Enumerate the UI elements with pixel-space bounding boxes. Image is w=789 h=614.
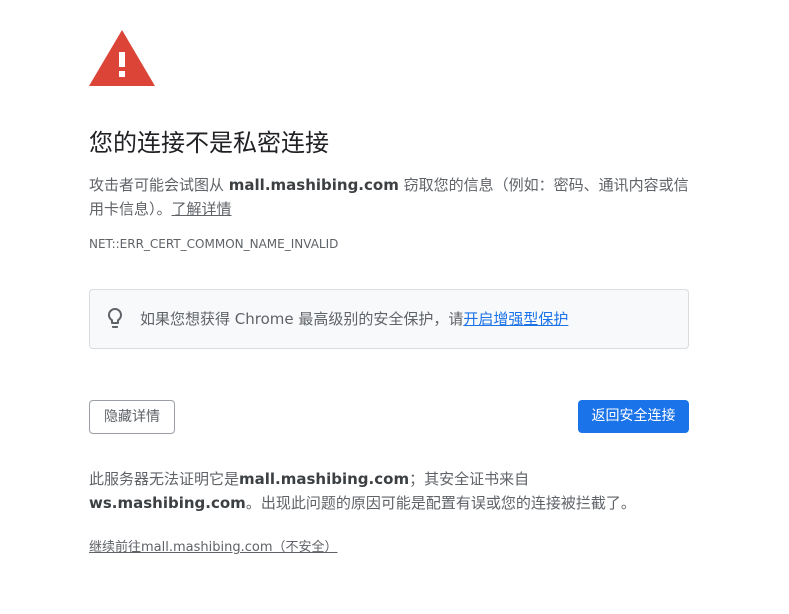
warning-triangle-icon [89, 30, 155, 86]
enhanced-protection-link[interactable]: 开启增强型保护 [463, 310, 568, 328]
back-to-safety-button[interactable]: 返回安全连接 [578, 400, 689, 433]
details-message: 此服务器无法证明它是mall.mashibing.com；其安全证书来自 ws.m… [89, 467, 689, 515]
exclamation-bar [119, 52, 125, 67]
details-text-3: 。出现此问题的原因可能是配置有误或您的连接被拦截了。 [245, 494, 636, 512]
lightbulb-shape [108, 308, 122, 328]
banner-text: 如果您想获得 Chrome 最高级别的安全保护，请 [140, 310, 464, 328]
enhanced-protection-banner: 如果您想获得 Chrome 最高级别的安全保护，请开启增强型保护 [89, 289, 689, 349]
learn-more-link[interactable]: 了解详情 [172, 200, 232, 218]
interstitial-wrapper: 您的连接不是私密连接 攻击者可能会试图从 mall.mashibing.com … [89, 0, 689, 614]
proceed-unsafe-link[interactable]: 继续前往mall.mashibing.com（不安全） [89, 539, 338, 557]
details-domain: mall.mashibing.com [239, 470, 410, 488]
details-text-2: ；其安全证书来自 [409, 470, 530, 488]
hide-details-button[interactable]: 隐藏详情 [89, 400, 175, 434]
page-title: 您的连接不是私密连接 [89, 129, 329, 157]
banner-text-line: 如果您想获得 Chrome 最高级别的安全保护，请开启增强型保护 [140, 290, 568, 348]
error-code: NET::ERR_CERT_COMMON_NAME_INVALID [89, 237, 339, 251]
explanation-domain: mall.mashibing.com [228, 176, 399, 194]
main-message: 攻击者可能会试图从 mall.mashibing.com 窃取您的信息（例如：密… [89, 173, 689, 221]
details-issuer-domain: ws.mashibing.com [89, 494, 246, 512]
exclamation-dot [119, 71, 125, 77]
lightbulb-icon [108, 308, 122, 328]
details-text-1: 此服务器无法证明它是 [89, 470, 240, 488]
explanation-prefix: 攻击者可能会试图从 [89, 176, 229, 194]
